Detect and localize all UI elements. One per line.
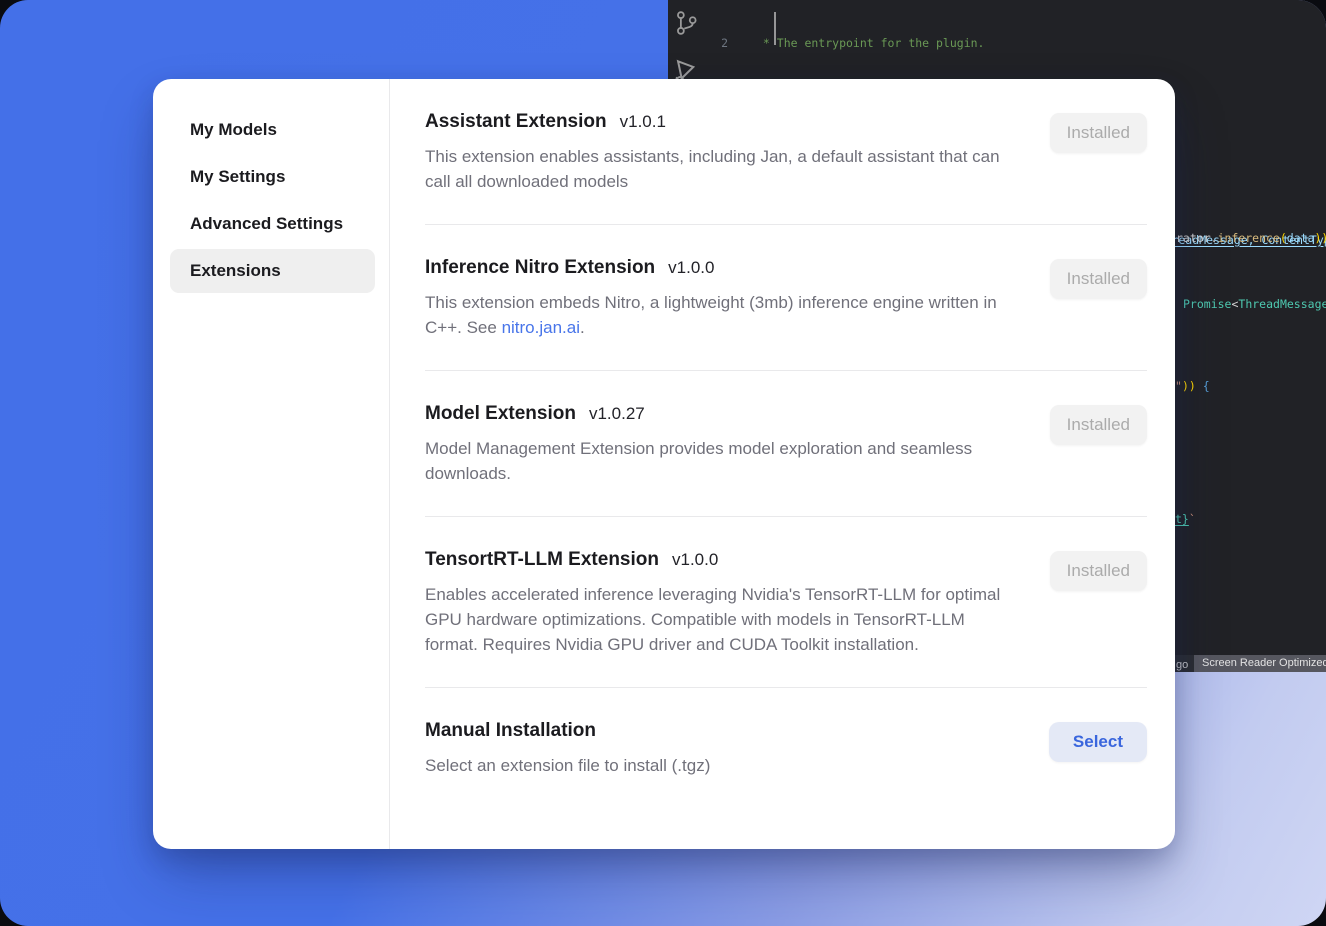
- installed-button-nitro[interactable]: Installed: [1050, 259, 1147, 299]
- code-comment: * The entrypoint for the plugin.: [742, 35, 984, 51]
- extension-description: Model Management Extension provides mode…: [425, 436, 1015, 486]
- extension-description: Enables accelerated inference leveraging…: [425, 582, 1015, 657]
- extension-version: v1.0.1: [620, 112, 666, 132]
- extension-name: TensortRT-LLM Extension: [425, 549, 659, 571]
- manual-installation-row: Manual Installation Select an extension …: [425, 688, 1147, 804]
- extension-name: Assistant Extension: [425, 111, 607, 133]
- extension-row-tensorrt: TensortRT-LLM Extension v1.0.0 Enables a…: [425, 517, 1147, 688]
- select-extension-file-button[interactable]: Select: [1049, 722, 1147, 762]
- extension-row-nitro: Inference Nitro Extension v1.0.0 This ex…: [425, 225, 1147, 371]
- installed-button-model[interactable]: Installed: [1050, 405, 1147, 445]
- installed-button-assistant[interactable]: Installed: [1050, 113, 1147, 153]
- text-cursor: [774, 12, 776, 45]
- extension-row-assistant: Assistant Extension v1.0.1 This extensio…: [425, 79, 1147, 225]
- sidebar-item-label: My Models: [190, 120, 277, 140]
- line-number: 2: [668, 35, 742, 51]
- extension-version: v1.0.0: [672, 550, 718, 570]
- installed-button-tensorrt[interactable]: Installed: [1050, 551, 1147, 591]
- extension-description: This extension embeds Nitro, a lightweig…: [425, 290, 1015, 340]
- extension-name: Inference Nitro Extension: [425, 257, 655, 279]
- manual-installation-description: Select an extension file to install (.tg…: [425, 753, 710, 778]
- sidebar-item-my-models[interactable]: My Models: [170, 108, 375, 152]
- extension-name: Model Extension: [425, 403, 576, 425]
- settings-modal: My Models My Settings Advanced Settings …: [153, 79, 1175, 849]
- screen-reader-optimized-status[interactable]: Screen Reader Optimized: [1194, 655, 1326, 672]
- extension-description: This extension enables assistants, inclu…: [425, 144, 1015, 194]
- extensions-panel: Assistant Extension v1.0.1 This extensio…: [390, 79, 1175, 849]
- extension-row-model: Model Extension v1.0.27 Model Management…: [425, 371, 1147, 517]
- status-left-fragment: go: [1176, 657, 1188, 672]
- code-fragment-inference: rator.inference(data));: [1176, 230, 1326, 246]
- desktop-background: 2 * The entrypoint for the plugin. 3 */ …: [0, 0, 1326, 926]
- code-fragment-brace: ")) {: [1175, 378, 1210, 394]
- sidebar-item-extensions[interactable]: Extensions: [170, 249, 375, 293]
- code-fragment-template: t}`: [1175, 511, 1196, 527]
- manual-installation-title: Manual Installation: [425, 720, 596, 742]
- sidebar-item-my-settings[interactable]: My Settings: [170, 155, 375, 199]
- code-fragment-promise: Promise<ThreadMessage>: [1183, 296, 1326, 312]
- settings-sidebar: My Models My Settings Advanced Settings …: [153, 79, 390, 849]
- nitro-jan-ai-link[interactable]: nitro.jan.ai: [502, 318, 580, 337]
- sidebar-item-label: Extensions: [190, 261, 281, 281]
- sidebar-item-label: Advanced Settings: [190, 214, 343, 234]
- extension-version: v1.0.27: [589, 404, 645, 424]
- extension-version: v1.0.0: [668, 258, 714, 278]
- sidebar-item-label: My Settings: [190, 167, 285, 187]
- sidebar-item-advanced-settings[interactable]: Advanced Settings: [170, 202, 375, 246]
